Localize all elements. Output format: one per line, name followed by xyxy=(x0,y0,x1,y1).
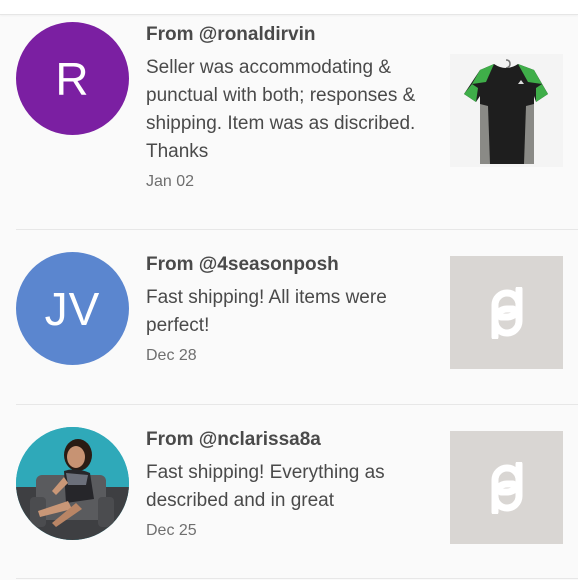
review-date: Jan 02 xyxy=(146,173,195,190)
from-label: From xyxy=(146,254,199,275)
from-label: From xyxy=(146,429,199,450)
tshirt-image xyxy=(450,54,563,167)
poshmark-logo-icon xyxy=(491,286,522,339)
review-date: Dec 25 xyxy=(146,522,197,539)
avatar[interactable]: R xyxy=(16,22,129,135)
review-item[interactable]: R From @ronaldirvin Seller was accommoda… xyxy=(0,14,578,190)
avatar[interactable] xyxy=(16,427,129,540)
review-item[interactable]: JV From @4seasonposh Fast shipping! All … xyxy=(0,230,578,400)
divider xyxy=(16,578,578,579)
from-label: From xyxy=(146,24,199,45)
reviewer-handle[interactable]: @ronaldirvin xyxy=(199,24,316,45)
review-from: From @4seasonposh xyxy=(146,252,436,278)
review-from: From @nclarissa8a xyxy=(146,427,436,453)
item-thumbnail[interactable] xyxy=(450,431,563,544)
avatar[interactable]: JV xyxy=(16,252,129,365)
review-content: From @ronaldirvin Seller was accommodati… xyxy=(146,22,436,193)
reviewer-handle[interactable]: @nclarissa8a xyxy=(199,429,321,450)
profile-photo xyxy=(16,427,129,540)
review-content: From @nclarissa8a Fast shipping! Everyth… xyxy=(146,427,436,542)
review-item[interactable]: From @nclarissa8a Fast shipping! Everyth… xyxy=(0,405,578,575)
review-from: From @ronaldirvin xyxy=(146,22,436,48)
avatar-initials: JV xyxy=(44,282,101,335)
reviewer-handle[interactable]: @4seasonposh xyxy=(199,254,339,275)
avatar-initials: R xyxy=(55,52,90,105)
review-text: Fast shipping! Everything as described a… xyxy=(146,462,385,511)
poshmark-logo-icon xyxy=(491,461,522,514)
item-thumbnail[interactable] xyxy=(450,256,563,369)
top-bar xyxy=(0,0,578,15)
review-date: Dec 28 xyxy=(146,347,197,364)
item-thumbnail[interactable] xyxy=(450,54,563,167)
review-text: Seller was accommodating & punctual with… xyxy=(146,57,416,162)
review-content: From @4seasonposh Fast shipping! All ite… xyxy=(146,252,436,367)
review-text: Fast shipping! All items were perfect! xyxy=(146,287,387,336)
